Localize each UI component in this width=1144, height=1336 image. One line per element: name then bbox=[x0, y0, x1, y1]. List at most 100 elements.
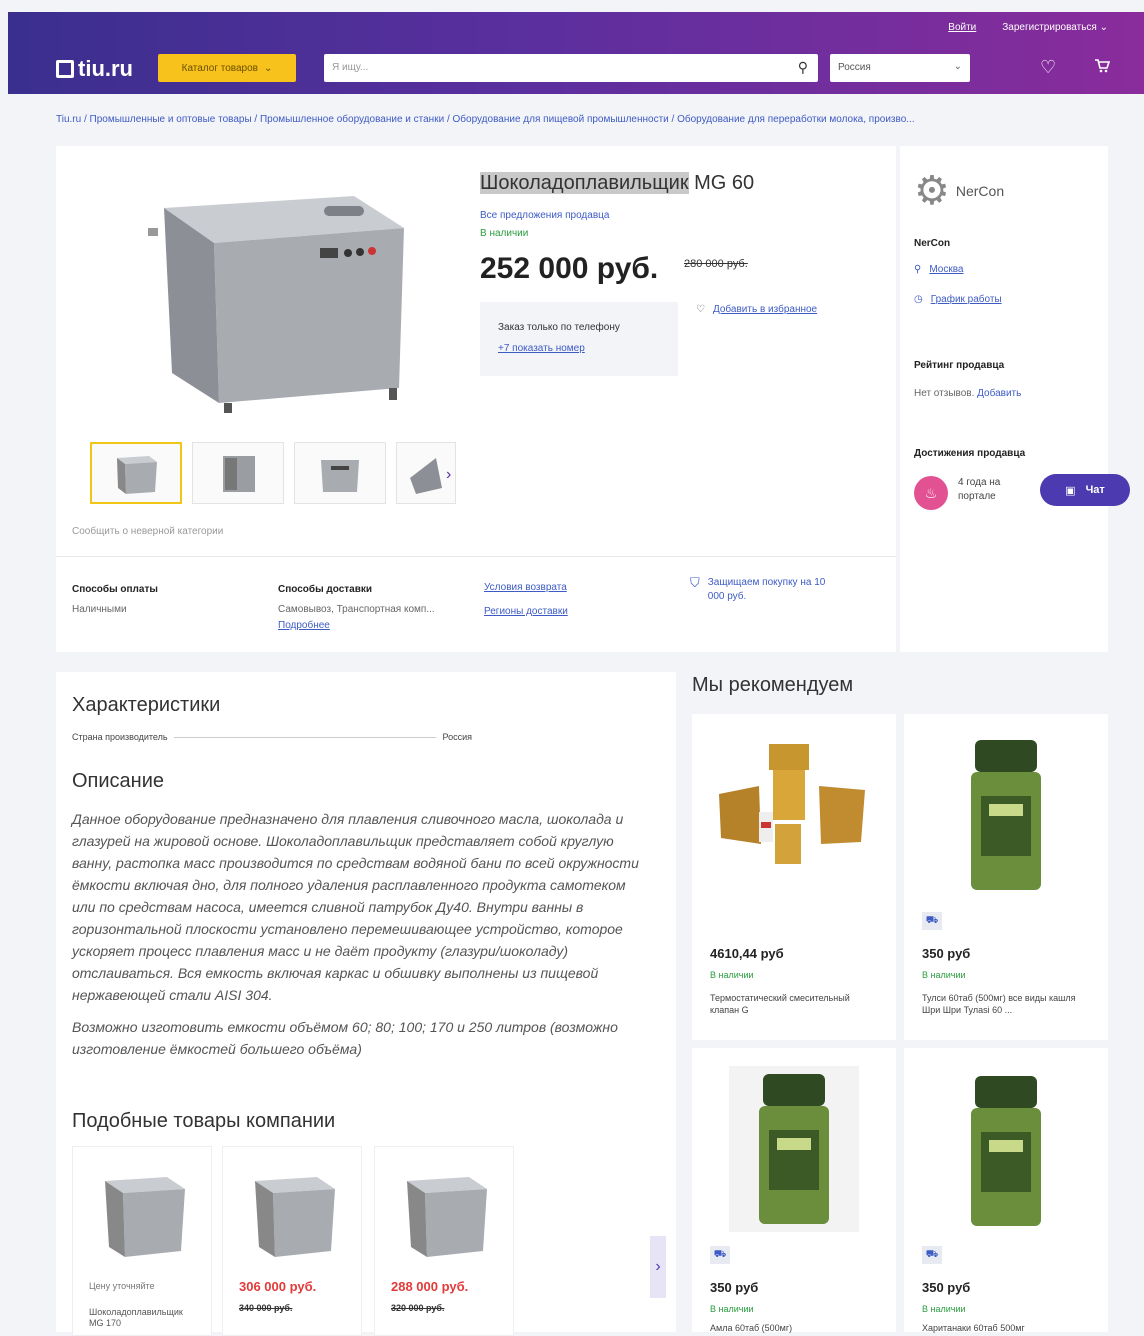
payment-value: Наличными bbox=[72, 604, 127, 615]
shield-icon: ⛉ bbox=[690, 575, 700, 590]
thumbnail-strip bbox=[90, 442, 456, 504]
achievements-title: Достижения продавца bbox=[914, 448, 1026, 459]
search-input[interactable]: Я ищу... ⚲ bbox=[324, 54, 818, 82]
specs-title: Характеристики bbox=[72, 694, 221, 716]
rating-value: Нет отзывов. bbox=[914, 388, 975, 399]
achievement-text: 4 года на портале bbox=[958, 477, 1001, 502]
catalog-label: Каталог товаров bbox=[181, 62, 258, 74]
similar-name: Шоколадоплавильщик MG 170 bbox=[89, 1307, 183, 1328]
chevron-right-icon[interactable]: › bbox=[650, 1236, 666, 1298]
delivery-title: Способы доставки bbox=[278, 584, 373, 595]
recommend-stock: В наличии bbox=[922, 1304, 966, 1314]
recommend-name: Термостатический смесительный клапан G bbox=[710, 993, 850, 1015]
protection-text: Защищаем покупку на 10 000 руб. bbox=[707, 577, 826, 602]
login-link[interactable]: Войти bbox=[948, 22, 976, 33]
similar-price: 306 000 руб. bbox=[239, 1279, 317, 1294]
thumbnail[interactable] bbox=[192, 442, 284, 504]
old-price: 280 000 руб. bbox=[684, 258, 748, 270]
delivery-info: Способы доставки Самовывоз, Транспортная… bbox=[278, 582, 468, 634]
similar-product-card[interactable]: 288 000 руб. 320 000 руб. bbox=[374, 1146, 514, 1336]
delivery-regions-link[interactable]: Регионы доставки bbox=[484, 604, 568, 620]
region-select[interactable]: Россия ⌄ bbox=[830, 54, 970, 82]
similar-product-card[interactable]: 306 000 руб. 340 000 руб. bbox=[222, 1146, 362, 1336]
thumbnail[interactable] bbox=[90, 442, 182, 504]
recommend-price: 350 руб bbox=[710, 1280, 759, 1295]
spec-label: Страна производитель bbox=[72, 732, 168, 742]
similar-price: Цену уточняйте bbox=[89, 1281, 155, 1291]
all-offers-link[interactable]: Все предложения продавца bbox=[480, 210, 609, 221]
product-image bbox=[719, 744, 865, 864]
auth-links: Войти Зарегистрироваться ⌄ bbox=[948, 22, 1108, 33]
protection-badge[interactable]: ⛉ Защищаем покупку на 10 000 руб. bbox=[690, 576, 828, 604]
similar-title: Подобные товары компании bbox=[72, 1110, 336, 1132]
seller-logo-text: NerCon bbox=[955, 183, 1005, 199]
delivery-truck-icon: ⛟ bbox=[922, 912, 942, 930]
description-title: Описание bbox=[72, 770, 165, 792]
product-image[interactable] bbox=[144, 168, 414, 418]
recommend-card[interactable]: ⛟ 350 руб В наличии Амла 60таб (500мг) bbox=[692, 1048, 896, 1333]
return-links: Условия возврата Регионы доставки bbox=[484, 580, 568, 620]
heart-icon[interactable]: ♡ bbox=[1040, 57, 1056, 78]
delivery-value: Самовывоз, Транспортная комп... bbox=[278, 604, 435, 615]
register-link[interactable]: Зарегистрироваться ⌄ bbox=[1002, 22, 1108, 33]
chat-button[interactable]: ▣ Чат bbox=[1040, 474, 1130, 506]
specs-card: Характеристики Страна производитель Росс… bbox=[56, 672, 676, 1336]
recommend-card[interactable]: ⛟ 350 руб В наличии Хаританаки 60таб 500… bbox=[904, 1048, 1108, 1333]
recommend-stock: В наличии bbox=[710, 1304, 754, 1314]
seller-logo[interactable]: ⚙ NerCon bbox=[914, 168, 1004, 214]
register-label: Зарегистрироваться bbox=[1002, 22, 1097, 33]
similar-product-card[interactable]: Цену уточняйте Шоколадоплавильщик MG 170 bbox=[72, 1146, 212, 1336]
seller-city[interactable]: ⚲ Москва bbox=[914, 264, 963, 275]
delivery-more-link[interactable]: Подробнее bbox=[278, 618, 468, 634]
chevron-down-icon: ⌄ bbox=[953, 61, 962, 72]
similar-old-price: 320 000 руб. bbox=[391, 1303, 445, 1313]
product-image bbox=[971, 1076, 1041, 1226]
spec-value: Россия bbox=[442, 732, 472, 742]
recommend-card[interactable]: ⛟ 350 руб В наличии Тулси 60таб (500мг) … bbox=[904, 714, 1108, 1040]
payment-info: Способы оплаты Наличными bbox=[72, 582, 158, 618]
recommend-title: Мы рекомендуем bbox=[692, 674, 854, 696]
description-text: Данное оборудование предназначено для пл… bbox=[72, 808, 652, 1070]
recommend-name: Тулси 60таб (500мг) все виды кашля Шри Ш… bbox=[922, 993, 1076, 1015]
product-image bbox=[729, 1066, 859, 1232]
product-image bbox=[105, 1177, 185, 1257]
return-conditions-link[interactable]: Условия возврата bbox=[484, 580, 568, 596]
report-category-link[interactable]: Сообщить о неверной категории bbox=[72, 526, 223, 537]
recommend-stock: В наличии bbox=[710, 970, 754, 980]
gear-icon: ⚙ bbox=[914, 169, 950, 213]
search-icon[interactable]: ⚲ bbox=[798, 59, 808, 76]
location-pin-icon: ⚲ bbox=[914, 264, 922, 275]
recommend-name: Хаританаки 60таб 500мг bbox=[922, 1323, 1025, 1333]
recommend-price: 4610,44 руб bbox=[710, 946, 784, 961]
similar-old-price: 340 000 руб. bbox=[239, 1303, 293, 1313]
similar-price: 288 000 руб. bbox=[391, 1279, 469, 1294]
description-paragraph: Данное оборудование предназначено для пл… bbox=[72, 811, 639, 1003]
cart-icon[interactable] bbox=[1094, 58, 1111, 79]
seller-hours-link[interactable]: График работы bbox=[931, 294, 1002, 305]
thumbnail[interactable] bbox=[294, 442, 386, 504]
recommend-price: 350 руб bbox=[922, 1280, 971, 1295]
seller-hours[interactable]: ◷ График работы bbox=[914, 294, 1002, 305]
show-phone-link[interactable]: +7 показать номер bbox=[498, 343, 660, 354]
catalog-button[interactable]: Каталог товаров ⌄ bbox=[158, 54, 296, 82]
phone-note: Заказ только по телефону bbox=[498, 322, 620, 333]
add-review-link[interactable]: Добавить bbox=[977, 388, 1021, 399]
seller-card: ⚙ NerCon NerCon ⚲ Москва ◷ График работы Р… bbox=[900, 146, 1108, 652]
seller-name[interactable]: NerCon bbox=[914, 238, 950, 249]
chat-label: Чат bbox=[1085, 484, 1105, 496]
product-card: › Сообщить о неверной категории Шоколадо… bbox=[56, 146, 896, 652]
delivery-truck-icon: ⛟ bbox=[710, 1246, 730, 1264]
seller-city-link[interactable]: Москва bbox=[929, 264, 963, 275]
heart-icon: ♡ bbox=[696, 304, 705, 315]
breadcrumb[interactable]: Tiu.ru / Промышленные и оптовые товары /… bbox=[56, 114, 1112, 125]
recommend-card[interactable]: 4610,44 руб В наличии Термостатический с… bbox=[692, 714, 896, 1040]
rating-title: Рейтинг продавца bbox=[914, 360, 1005, 371]
chat-icon: ▣ bbox=[1065, 484, 1076, 497]
add-favorite-button[interactable]: ♡ Добавить в избранное bbox=[696, 304, 817, 315]
rating-text: Нет отзывов. Добавить bbox=[914, 388, 1021, 399]
site-logo[interactable]: tiu.ru bbox=[56, 56, 133, 82]
chevron-right-icon[interactable]: › bbox=[446, 466, 451, 484]
payment-title: Способы оплаты bbox=[72, 584, 158, 595]
site-header: Войти Зарегистрироваться ⌄ tiu.ru Катало… bbox=[8, 12, 1144, 94]
search-placeholder: Я ищу... bbox=[332, 62, 369, 73]
